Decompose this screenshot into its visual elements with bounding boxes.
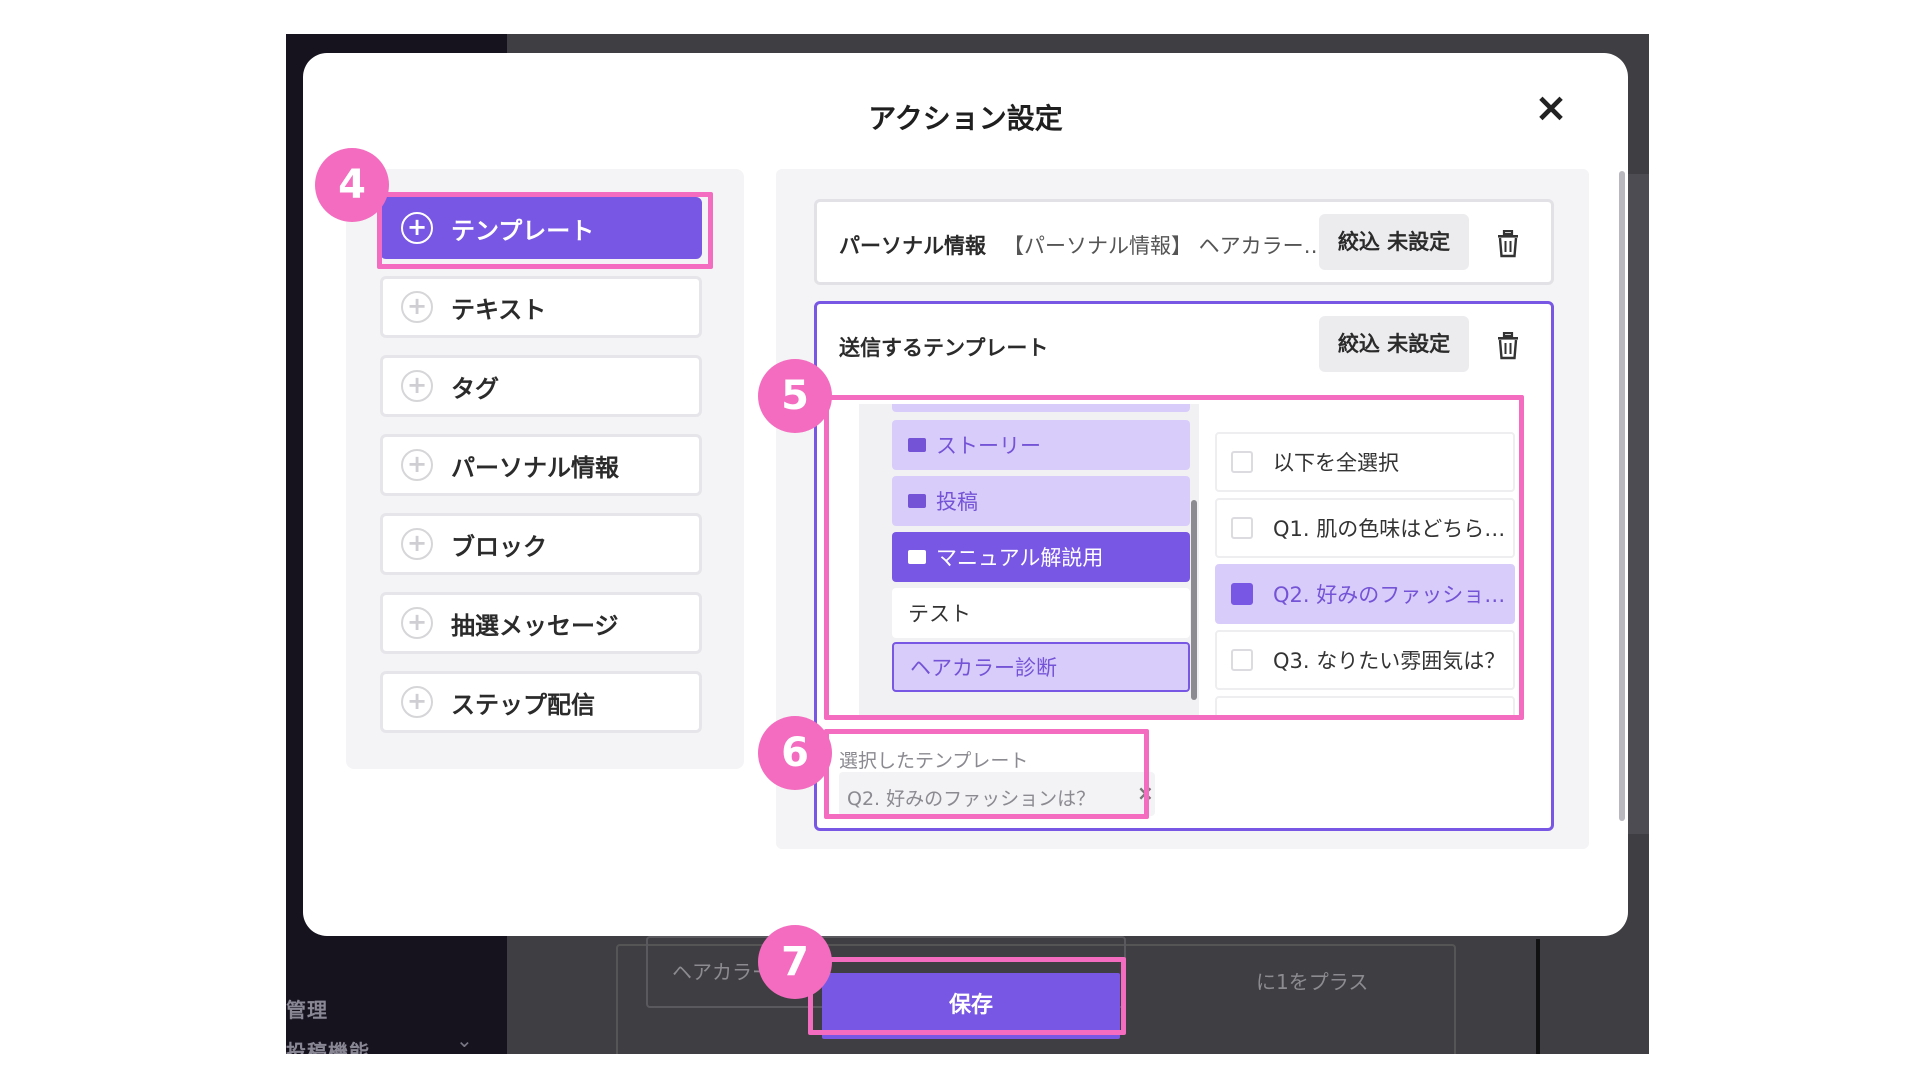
add-circle-icon: + (401, 291, 433, 323)
modal-title: アクション設定 (868, 102, 1063, 135)
add-circle-icon: + (401, 449, 433, 481)
modal-scrollbar[interactable] (1619, 171, 1625, 821)
action-lottery-button[interactable]: + 抽選メッセージ (380, 592, 702, 654)
action-block-button[interactable]: + ブロック (380, 513, 702, 575)
action-text-button[interactable]: + テキスト (380, 276, 702, 338)
action-label: ブロック (451, 532, 547, 561)
action-tag-button[interactable]: + タグ (380, 355, 702, 417)
action-step-button[interactable]: + ステップ配信 (380, 671, 702, 733)
add-circle-icon: + (401, 686, 433, 718)
step-badge: 4 (315, 148, 389, 222)
screenshot-stage: 管理 投稿機能 ⌄ ヘアカラー に1をプラス アクション設定 × + テンプレー… (0, 0, 1920, 1080)
trash-icon[interactable] (1495, 230, 1521, 258)
personal-info-action-card: パーソナル情報 【パーソナル情報】 ヘアカラー… 絞込 未設定 (814, 199, 1554, 285)
add-circle-icon: + (401, 528, 433, 560)
chevron-down-icon: ⌄ (456, 1028, 473, 1052)
highlight-box (808, 957, 1126, 1035)
bg-menu-posting: 投稿機能 (286, 1040, 370, 1054)
add-circle-icon: + (401, 370, 433, 402)
background-field-right: に1をプラス (1256, 970, 1369, 994)
action-label: タグ (451, 374, 499, 403)
card-value: 【パーソナル情報】 ヘアカラー… (1003, 234, 1325, 258)
action-personal-info-button[interactable]: + パーソナル情報 (380, 434, 702, 496)
action-label: 抽選メッセージ (451, 611, 619, 640)
highlight-box (824, 729, 1149, 819)
action-label: パーソナル情報 (451, 453, 619, 482)
trash-icon[interactable] (1495, 332, 1521, 360)
add-circle-icon: + (401, 607, 433, 639)
filter-button[interactable]: 絞込 未設定 (1319, 214, 1469, 270)
background-divider (1536, 939, 1540, 1054)
filter-button[interactable]: 絞込 未設定 (1319, 316, 1469, 372)
card-type-label: パーソナル情報 (839, 234, 986, 258)
bg-menu-management: 管理 (286, 998, 328, 1022)
background-right-strip (1628, 174, 1649, 834)
step-badge: 7 (758, 925, 832, 999)
highlight-box (824, 395, 1524, 720)
close-icon[interactable]: × (1528, 85, 1574, 131)
step-badge: 6 (758, 716, 832, 790)
step-badge: 5 (758, 359, 832, 433)
action-label: ステップ配信 (451, 690, 595, 719)
highlight-box (377, 192, 713, 269)
action-label: テキスト (451, 295, 547, 324)
card-title: 送信するテンプレート (839, 336, 1049, 360)
